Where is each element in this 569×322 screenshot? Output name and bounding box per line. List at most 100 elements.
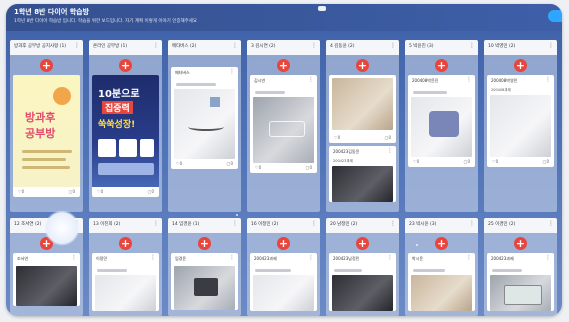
- add-post-button[interactable]: +: [514, 59, 527, 72]
- more-icon[interactable]: ⋮: [548, 42, 554, 50]
- comment-icon[interactable]: ▢0: [306, 165, 312, 170]
- board-title: 1학년 8반 다이어 학습방: [14, 8, 90, 16]
- comment-icon[interactable]: ▢0: [543, 159, 549, 164]
- heart-icon[interactable]: ♡0: [413, 159, 419, 164]
- heart-icon[interactable]: ♡0: [18, 189, 24, 194]
- more-icon[interactable]: ⋮: [545, 76, 551, 83]
- add-post-button[interactable]: +: [514, 237, 527, 250]
- add-post-button[interactable]: +: [277, 59, 290, 72]
- column-header: 4 김동윤 (2) ⋮: [326, 40, 399, 55]
- heart-icon[interactable]: ♡0: [334, 135, 340, 140]
- more-icon[interactable]: ⋮: [71, 254, 77, 261]
- more-icon[interactable]: ⋮: [153, 42, 159, 50]
- heart-icon[interactable]: ♡0: [492, 159, 498, 164]
- like-count: 0: [337, 135, 341, 140]
- column-title: 20 남정민 (2): [330, 222, 358, 227]
- more-icon[interactable]: ⋮: [390, 220, 396, 228]
- photo-image: [16, 266, 77, 306]
- add-post-button[interactable]: +: [119, 237, 132, 250]
- post-card[interactable]: 200423남정민 ⋮: [329, 253, 396, 311]
- more-icon[interactable]: ⋮: [229, 68, 235, 75]
- post-card[interactable]: 200408박윤진 ⋮ ♡0 ▢0: [408, 75, 475, 167]
- card-title: 임경윤: [175, 256, 187, 261]
- add-post-button[interactable]: +: [277, 237, 290, 250]
- comment-icon[interactable]: ▢0: [464, 159, 470, 164]
- more-icon[interactable]: ⋮: [466, 76, 472, 83]
- column-notice: 방과후 공부방 공지사항 (1) ⋮ + 방과후 공부방 ♡0 ▢0: [10, 40, 83, 212]
- card-footer: ♡0 ▢0: [171, 159, 238, 169]
- column-header: 방과후 공부방 공지사항 (1) ⋮: [10, 40, 83, 55]
- more-icon[interactable]: ⋮: [153, 220, 159, 228]
- column-student-4: 4 김동윤 (2) ⋮ + ♡0 ▢0 200423김동윤 ⋮ 200423과제: [326, 40, 399, 212]
- heart-icon[interactable]: ♡0: [176, 161, 182, 166]
- more-icon[interactable]: ⋮: [387, 147, 393, 154]
- post-card[interactable]: 임경윤 ⋮: [171, 253, 238, 310]
- post-card[interactable]: 200423과제 ⋮: [487, 253, 554, 311]
- column-title: 메타버스 (2): [172, 44, 197, 49]
- share-button[interactable]: [548, 10, 562, 22]
- drag-handle-icon[interactable]: [318, 6, 326, 11]
- card-footer: ♡0 ▢0: [408, 157, 475, 167]
- post-card[interactable]: 조서연 ⋮: [13, 253, 80, 306]
- comment-count: 0: [309, 165, 312, 170]
- more-icon[interactable]: ⋮: [229, 254, 235, 261]
- photo-image: [253, 275, 314, 311]
- more-icon[interactable]: ⋮: [469, 220, 475, 228]
- post-card[interactable]: 10분으로 집중력 쑥쑥성장! ♡0 ▢0: [92, 75, 159, 197]
- post-card[interactable]: 방과후 공부방 ♡0 ▢0: [13, 75, 80, 197]
- comment-icon[interactable]: ▢0: [148, 189, 154, 194]
- post-card[interactable]: 이정민 ⋮: [92, 253, 159, 311]
- comment-icon[interactable]: ▢0: [69, 189, 75, 194]
- more-icon[interactable]: ⋮: [311, 220, 317, 228]
- post-card[interactable]: 200423김동윤 ⋮ 200423과제: [329, 146, 396, 202]
- add-post-button[interactable]: +: [356, 237, 369, 250]
- like-count: 0: [21, 189, 25, 194]
- more-icon[interactable]: ⋮: [308, 76, 314, 83]
- more-icon[interactable]: ⋮: [311, 42, 317, 50]
- post-card[interactable]: 박시윤 ⋮: [408, 253, 475, 311]
- column-student-3: 3 김시연 (2) ⋮ + 김시연 ⋮ ♡0 ▢0: [247, 40, 320, 212]
- more-icon[interactable]: ⋮: [545, 254, 551, 261]
- add-post-button[interactable]: +: [40, 59, 53, 72]
- add-post-button[interactable]: +: [435, 59, 448, 72]
- comment-icon[interactable]: ▢0: [385, 135, 391, 140]
- comment-icon[interactable]: ▢0: [227, 161, 233, 166]
- heart-icon[interactable]: ♡0: [255, 165, 261, 170]
- more-icon[interactable]: ⋮: [387, 254, 393, 261]
- post-card[interactable]: 김시연 ⋮ ♡0 ▢0: [250, 75, 317, 173]
- more-icon[interactable]: ⋮: [232, 220, 238, 228]
- column-header: 온라인 공부방 (1) ⋮: [89, 40, 162, 55]
- add-post-button[interactable]: +: [198, 237, 211, 250]
- card-header: 200423김동윤 ⋮: [329, 146, 396, 159]
- post-card[interactable]: 메타버스 ⋮ ♡0 ▢0: [171, 67, 238, 169]
- post-card[interactable]: 200423과제 ⋮: [250, 253, 317, 311]
- more-icon[interactable]: ⋮: [469, 42, 475, 50]
- column-header: 메타버스 (2) ⋮: [168, 40, 241, 55]
- add-post-button[interactable]: +: [435, 237, 448, 250]
- board-description: 1학년 8반 다이어 학습방 입니다. 학습을 위한 보드입니다. 자기 계획 …: [14, 19, 198, 24]
- add-post-button[interactable]: +: [356, 59, 369, 72]
- more-icon[interactable]: ⋮: [74, 42, 80, 50]
- add-post-button[interactable]: +: [119, 59, 132, 72]
- more-icon[interactable]: ⋮: [308, 254, 314, 261]
- more-icon[interactable]: ⋮: [390, 42, 396, 50]
- star-decoration: [416, 244, 418, 246]
- more-icon[interactable]: ⋮: [150, 254, 156, 261]
- card-header: 200408박영민 ⋮: [487, 75, 554, 88]
- more-icon[interactable]: ⋮: [548, 220, 554, 228]
- more-icon[interactable]: ⋮: [466, 254, 472, 261]
- like-count: 0: [100, 189, 104, 194]
- column-header: 25 이경민 (2) ⋮: [484, 218, 557, 233]
- post-card[interactable]: ♡0 ▢0: [329, 75, 396, 143]
- more-icon[interactable]: ⋮: [232, 42, 238, 50]
- heart-icon[interactable]: ♡0: [97, 189, 103, 194]
- card-header: 200408박윤진 ⋮: [408, 75, 475, 88]
- column-student-23: 23 박시윤 (3) ⋮ + 박시윤 ⋮: [405, 218, 478, 316]
- comment-count: 0: [546, 159, 549, 164]
- post-card[interactable]: 200408박영민 ⋮ 200408과제 ♡0 ▢0: [487, 75, 554, 167]
- column-header: 13 이진희 (2) ⋮: [89, 218, 162, 233]
- photo-image: [490, 95, 551, 157]
- text-line: [255, 269, 291, 272]
- sticker-shape: [53, 87, 71, 105]
- column-title: 10 박영민 (2): [488, 44, 516, 49]
